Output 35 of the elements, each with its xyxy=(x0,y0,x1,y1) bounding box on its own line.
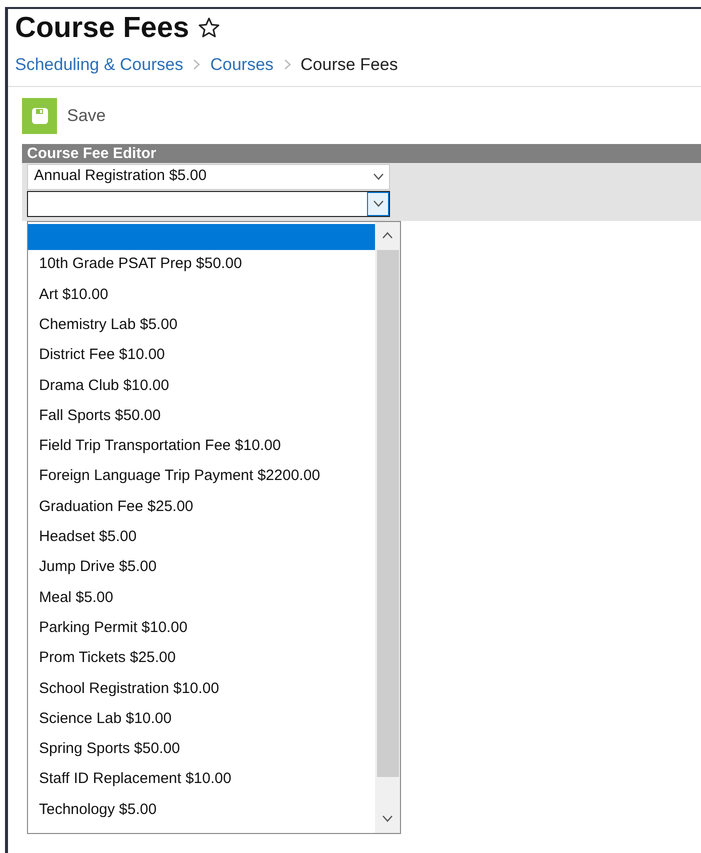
scroll-down-icon xyxy=(382,815,393,822)
dropdown-option[interactable]: Chemistry Lab $5.00 xyxy=(28,310,375,340)
dropdown-option[interactable]: Art $10.00 xyxy=(28,280,375,310)
save-button[interactable]: Save xyxy=(22,98,106,134)
select-field[interactable] xyxy=(27,190,390,216)
chevron-icon xyxy=(193,59,200,70)
dropdown-option[interactable]: Jump Drive $5.00 xyxy=(28,552,375,583)
breadcrumb-link[interactable]: Courses xyxy=(210,52,274,78)
dropdown-option[interactable]: Spring Sports $50.00 xyxy=(28,734,375,765)
dropdown-option[interactable]: School Registration $10.00 xyxy=(28,674,375,704)
select-field[interactable]: Annual Registration $5.00 xyxy=(27,164,390,190)
dropdown-option[interactable]: Science Lab $10.00 xyxy=(28,704,375,734)
editor-header: Course Fee Editor xyxy=(22,144,701,162)
chevron-icon xyxy=(284,59,291,70)
dropdown-option[interactable]: Prom Tickets $25.00 xyxy=(28,643,375,674)
chevron-icon xyxy=(372,173,384,180)
dropdown-option[interactable]: Drama Club $10.00 xyxy=(28,370,375,401)
dropdown-option[interactable]: Technology $5.00 xyxy=(28,794,375,826)
star-icon[interactable] xyxy=(197,16,222,40)
dropdown-option[interactable]: Graduation Fee $25.00 xyxy=(28,492,375,522)
scrollbar[interactable] xyxy=(375,222,400,832)
scroll-up-icon xyxy=(382,232,393,239)
page-title: Course Fees xyxy=(15,11,190,46)
dropdown-option[interactable]: Meal $5.00 xyxy=(28,582,375,614)
dropdown-option[interactable]: Parking Permit $10.00 xyxy=(28,613,375,644)
dropdown-option[interactable]: Headset $5.00 xyxy=(28,522,375,552)
chevron-icon xyxy=(372,200,384,207)
breadcrumb-current: Course Fees xyxy=(300,54,398,76)
dropdown-option[interactable]: Field Trip Transportation Fee $10.00 xyxy=(28,431,375,462)
dropdown-option[interactable]: Staff ID Replacement $10.00 xyxy=(28,764,375,795)
dropdown-option[interactable]: Fall Sports $50.00 xyxy=(28,400,375,432)
breadcrumb-link[interactable]: Scheduling & Courses xyxy=(15,52,184,78)
dropdown-option[interactable]: District Fee $10.00 xyxy=(28,340,375,371)
dropdown-option[interactable]: 10th Grade PSAT Prep $50.00 xyxy=(28,250,375,280)
dropdown-option[interactable]: Foreign Language Trip Payment $2200.00 xyxy=(28,462,375,492)
